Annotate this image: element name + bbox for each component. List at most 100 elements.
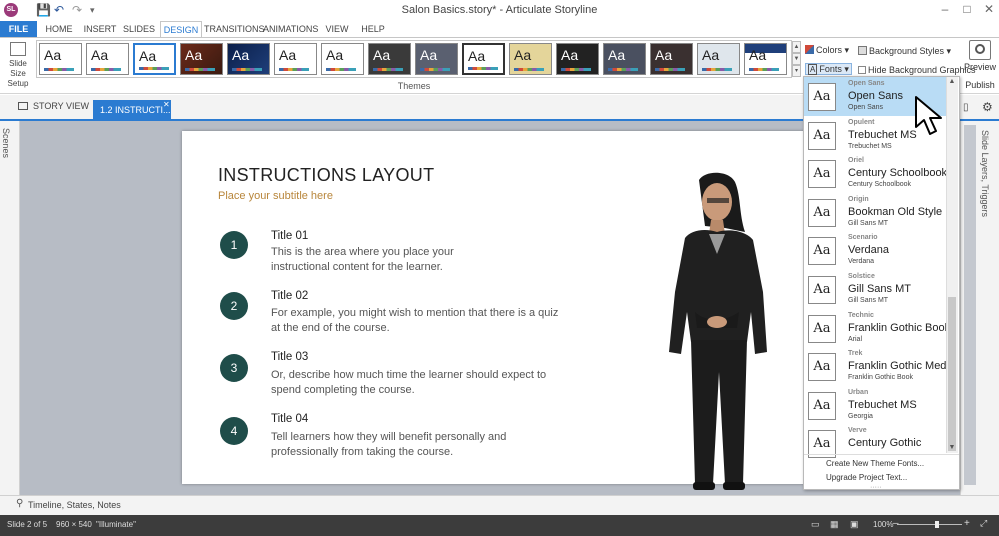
- preview-button[interactable]: Preview Publish: [963, 40, 997, 90]
- theme-thumbnail-11[interactable]: Aa: [509, 43, 552, 75]
- fonts-button[interactable]: A Fonts ▾: [805, 63, 852, 75]
- tab-help[interactable]: HELP: [358, 21, 388, 37]
- item-body-1[interactable]: This is the area where you place your ins…: [271, 245, 571, 275]
- theme-color-swatches: [185, 68, 215, 71]
- theme-thumbnail-text: Aa: [420, 47, 438, 63]
- close-window-button[interactable]: ✕: [982, 2, 996, 16]
- preview-label: Preview: [963, 62, 996, 72]
- theme-thumbnail-4[interactable]: Aa: [180, 43, 223, 75]
- theme-thumbnail-9[interactable]: Aa: [415, 43, 458, 75]
- theme-thumbnail-6[interactable]: Aa: [274, 43, 317, 75]
- resize-grip-icon[interactable]: ·····: [870, 484, 882, 491]
- mobile-icon[interactable]: ▯: [963, 102, 969, 113]
- theme-thumbnail-14[interactable]: Aa: [650, 43, 693, 75]
- themes-more-button[interactable]: ▾: [792, 65, 801, 77]
- theme-thumbnail-2[interactable]: Aa: [86, 43, 129, 75]
- scenes-panel[interactable]: [0, 121, 20, 495]
- character-image[interactable]: [655, 172, 785, 494]
- theme-color-swatches: [514, 68, 544, 71]
- preview-icon: [969, 40, 991, 60]
- close-tab-icon[interactable]: ✕: [163, 100, 170, 109]
- upgrade-project-text-item[interactable]: Upgrade Project Text...: [826, 473, 907, 482]
- grid-view-icon[interactable]: ▦: [830, 519, 839, 530]
- timeline-bar[interactable]: [0, 495, 999, 515]
- font-option-7[interactable]: Aa Technic Franklin Gothic Book Arial: [804, 309, 949, 348]
- font-option-8[interactable]: Aa Trek Franklin Gothic Medi... Franklin Go…: [804, 347, 949, 386]
- tab-view[interactable]: VIEW: [321, 21, 353, 37]
- item-body-4[interactable]: Tell learners how they will benefit pers…: [271, 430, 571, 460]
- slide-subtitle[interactable]: Place your subtitle here: [218, 190, 333, 202]
- tab-home[interactable]: HOME: [41, 21, 77, 37]
- zoom-slider-thumb[interactable]: [935, 521, 939, 528]
- theme-thumbnail-8[interactable]: Aa: [368, 43, 411, 75]
- theme-color-swatches: [44, 68, 74, 71]
- font-option-10[interactable]: Aa Verve Century Gothic: [804, 424, 949, 463]
- theme-color-swatches: [91, 68, 121, 71]
- font-option-name: Open Sans: [848, 80, 885, 87]
- zoom-slider[interactable]: [897, 524, 962, 525]
- scroll-down-arrow-icon[interactable]: ▼: [946, 444, 958, 451]
- tab-animations[interactable]: ANIMATIONS: [263, 21, 318, 37]
- create-new-theme-fonts-item[interactable]: Create New Theme Fonts...: [826, 459, 924, 468]
- slide-size-button[interactable]: Slide Size Setup: [3, 40, 33, 89]
- slide-title[interactable]: INSTRUCTIONS LAYOUT: [218, 165, 434, 186]
- item-title-4[interactable]: Title 04: [271, 413, 308, 425]
- font-option-5[interactable]: Aa Scenario Verdana Verdana: [804, 231, 949, 270]
- number-circle-1[interactable]: 1: [220, 231, 248, 259]
- heading-font: Century Schoolbook: [848, 167, 948, 180]
- heading-font: Trebuchet MS: [848, 398, 917, 411]
- number-circle-4[interactable]: 4: [220, 417, 248, 445]
- font-option-6[interactable]: Aa Solstice Gill Sans MT Gill Sans MT: [804, 270, 949, 309]
- fit-view-icon[interactable]: ▣: [850, 519, 859, 530]
- item-title-3[interactable]: Title 03: [271, 351, 308, 363]
- font-option-name: Origin: [848, 195, 869, 203]
- theme-thumbnail-15[interactable]: Aa: [697, 43, 740, 75]
- themes-scroll-down-button[interactable]: ▼: [792, 53, 801, 65]
- hide-background-checkbox[interactable]: Hide Background Graphics: [858, 65, 976, 75]
- fit-window-icon[interactable]: ⤢: [980, 518, 987, 529]
- tab-file[interactable]: FILE: [0, 21, 37, 37]
- item-title-2[interactable]: Title 02: [271, 290, 308, 302]
- minimize-button[interactable]: –: [938, 2, 952, 16]
- font-list-scroll-thumb[interactable]: [948, 297, 956, 451]
- font-option-name: Scenario: [848, 234, 878, 242]
- font-option-3[interactable]: Aa Oriel Century Schoolbook Century Schoolb…: [804, 154, 949, 193]
- colors-button[interactable]: Colors ▾: [805, 45, 849, 56]
- scroll-up-arrow-icon[interactable]: ▲: [946, 78, 958, 85]
- tab-insert[interactable]: INSERT: [80, 21, 120, 37]
- theme-thumbnail-1[interactable]: Aa: [39, 43, 82, 75]
- theme-thumbnail-5[interactable]: Aa: [227, 43, 270, 75]
- tab-story-view[interactable]: STORY VIEW: [18, 101, 89, 111]
- story-view-label: STORY VIEW: [33, 101, 90, 111]
- background-styles-button[interactable]: Background Styles ▾: [858, 46, 951, 57]
- theme-thumbnail-7[interactable]: Aa: [321, 43, 364, 75]
- item-title-1[interactable]: Title 01: [271, 230, 308, 242]
- tab-design[interactable]: DESIGN: [160, 21, 202, 37]
- themes-scroll-up-button[interactable]: ▲: [792, 41, 801, 53]
- tab-transitions[interactable]: TRANSITIONS: [204, 21, 265, 37]
- theme-thumbnail-16[interactable]: Aa: [744, 43, 787, 75]
- theme-thumbnail-13[interactable]: Aa: [603, 43, 646, 75]
- theme-thumbnail-10[interactable]: Aa: [462, 43, 505, 75]
- number-circle-3[interactable]: 3: [220, 354, 248, 382]
- zoom-in-icon[interactable]: +: [964, 518, 970, 529]
- theme-thumbnail-3[interactable]: Aa: [133, 43, 176, 75]
- publish-label[interactable]: Publish: [963, 80, 997, 90]
- item-body-2[interactable]: For example, you might wish to mention t…: [271, 306, 571, 336]
- slide-size-label-2: Size: [10, 69, 26, 78]
- maximize-button[interactable]: □: [960, 2, 974, 16]
- normal-view-icon[interactable]: ▭: [811, 519, 820, 530]
- theme-thumbnail-12[interactable]: Aa: [556, 43, 599, 75]
- tab-slides[interactable]: SLIDES: [122, 21, 156, 37]
- theme-color-swatches: [139, 67, 169, 70]
- item-body-4-line-1: Tell learners how they will benefit pers…: [271, 431, 507, 443]
- item-body-3[interactable]: Or, describe how much time the learner s…: [271, 368, 571, 398]
- theme-thumbnail-text: Aa: [468, 48, 486, 64]
- font-option-4[interactable]: Aa Origin Bookman Old Style Gill Sans MT: [804, 193, 949, 232]
- timeline-icon: ⚲: [16, 498, 24, 509]
- gear-icon[interactable]: ⚙: [982, 100, 993, 114]
- tab-active-slide[interactable]: 1.2 INSTRUCTI...: [93, 100, 171, 120]
- font-preview-icon: Aa: [808, 276, 836, 304]
- font-option-9[interactable]: Aa Urban Trebuchet MS Georgia: [804, 386, 949, 425]
- number-circle-2[interactable]: 2: [220, 292, 248, 320]
